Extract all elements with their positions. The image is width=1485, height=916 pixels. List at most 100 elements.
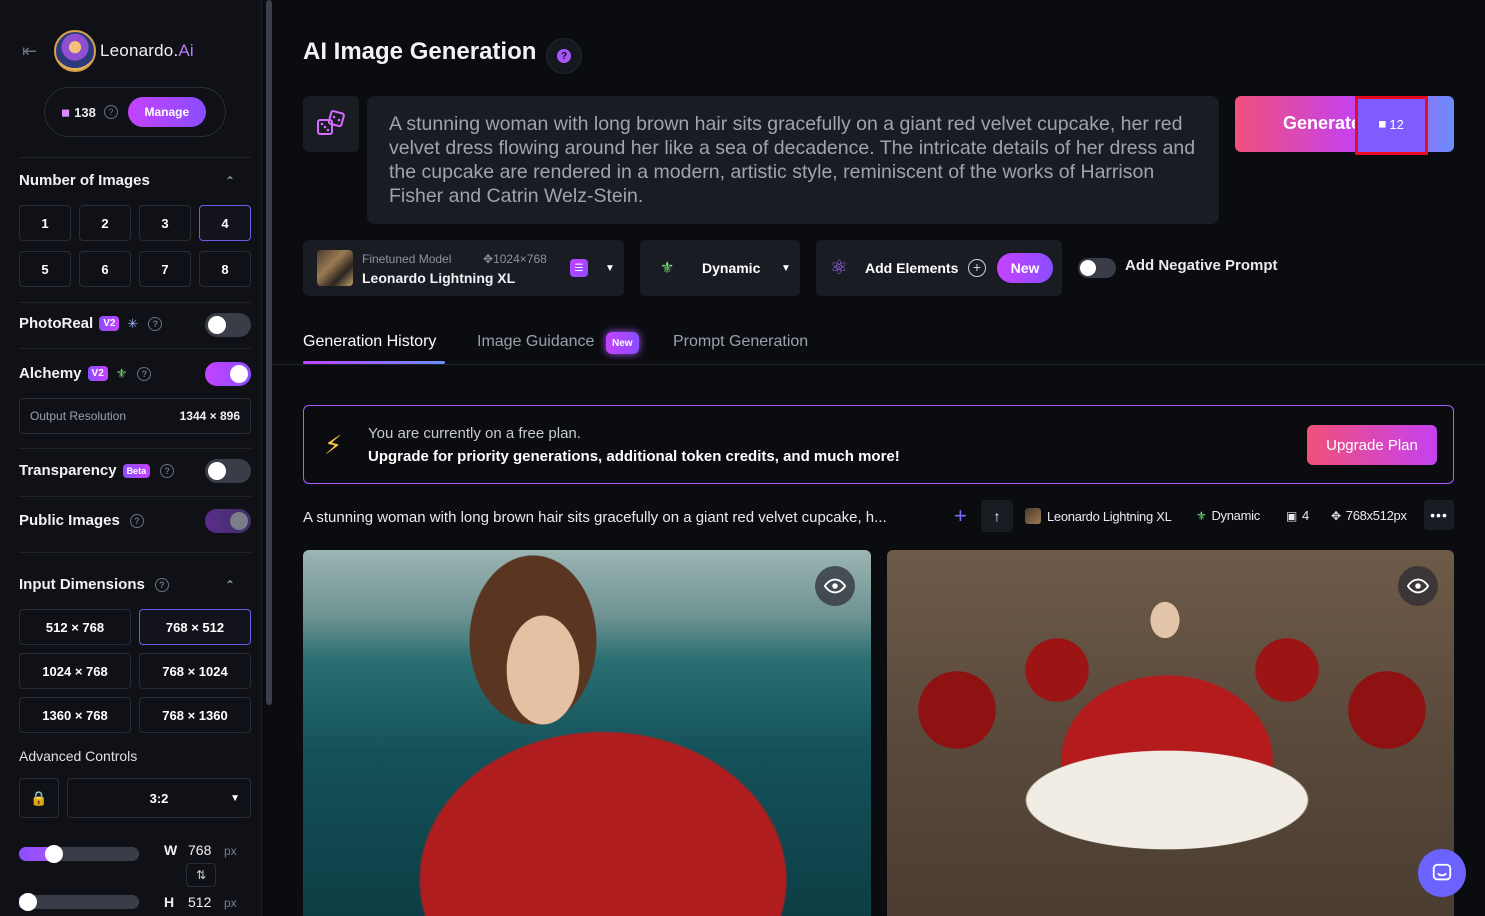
dimension-768x1024[interactable]: 768 × 1024	[139, 653, 251, 689]
model-details-icon[interactable]: ☰	[570, 259, 588, 277]
help-icon[interactable]: ?	[148, 316, 163, 331]
generated-image-1[interactable]	[303, 550, 871, 916]
num-images-8[interactable]: 8	[199, 251, 251, 287]
public-images-label: Public Images	[19, 512, 120, 529]
divider	[19, 157, 251, 158]
style-label: Dynamic	[702, 260, 761, 276]
divider	[19, 348, 251, 349]
dimension-1360x768[interactable]: 1360 × 768	[19, 697, 131, 733]
reuse-prompt-button[interactable]: ↑	[981, 500, 1013, 532]
height-slider[interactable]	[19, 893, 139, 911]
view-image-button[interactable]	[1398, 566, 1438, 606]
caret-down-icon: ▼	[781, 263, 791, 274]
help-icon[interactable]: ?	[160, 463, 175, 478]
negative-prompt-toggle[interactable]	[1078, 258, 1116, 278]
num-images-1[interactable]: 1	[19, 205, 71, 241]
free-plan-banner: ⚡ You are currently on a free plan. Upgr…	[303, 405, 1454, 484]
number-of-images-title[interactable]: Number of Images ⌃	[19, 172, 251, 189]
dimension-768x512[interactable]: 768 × 512	[139, 609, 251, 645]
generated-image-2[interactable]	[887, 550, 1454, 916]
images-icon: ▣	[1286, 508, 1298, 523]
alchemy-toggle[interactable]	[205, 362, 251, 386]
public-images-row: Public Images ?	[19, 512, 144, 529]
generation-style: ⚜ Dynamic	[1196, 508, 1260, 523]
model-thumbnail	[1025, 508, 1041, 524]
token-balance: ◼ 138 ? Manage	[44, 87, 226, 137]
add-prompt-icon[interactable]: +	[954, 503, 967, 529]
eye-icon	[824, 578, 846, 594]
divider	[19, 496, 251, 497]
photoreal-toggle[interactable]	[205, 313, 251, 337]
tab-generation-history[interactable]: Generation History	[303, 333, 436, 351]
more-options-button[interactable]: •••	[1424, 500, 1454, 530]
tab-prompt-generation[interactable]: Prompt Generation	[673, 333, 808, 351]
width-value[interactable]: 768	[188, 842, 224, 858]
swap-dimensions-button[interactable]: ⇅	[186, 863, 216, 887]
image-guidance-new-badge: New	[606, 332, 639, 354]
height-readout: H 512 px	[164, 894, 237, 910]
input-dimensions-title[interactable]: Input Dimensions ? ⌃	[19, 576, 251, 593]
tab-image-guidance[interactable]: Image Guidance	[477, 333, 594, 351]
dimension-1024x768[interactable]: 1024 × 768	[19, 653, 131, 689]
manage-button[interactable]: Manage	[127, 97, 206, 127]
page-title: AI Image Generation	[303, 38, 537, 65]
random-prompt-button[interactable]	[303, 96, 359, 152]
help-icon[interactable]: ?	[137, 366, 152, 381]
generation-model: Leonardo Lightning XL	[1025, 508, 1172, 524]
beta-badge: Beta	[122, 463, 151, 478]
leonardo-logo	[54, 30, 96, 72]
dimension-512x768[interactable]: 512 × 768	[19, 609, 131, 645]
view-image-button[interactable]	[815, 566, 855, 606]
collapse-sidebar-icon[interactable]: ⇤	[22, 40, 44, 62]
ellipsis-icon: •••	[1430, 507, 1448, 523]
help-icon[interactable]: ?	[129, 513, 144, 528]
swap-icon: ⇅	[195, 868, 207, 882]
num-images-4[interactable]: 4	[199, 205, 251, 241]
generation-prompt-preview[interactable]: A stunning woman with long brown hair si…	[303, 509, 887, 526]
transparency-label: Transparency	[19, 462, 117, 479]
model-name: Leonardo Lightning XL	[362, 270, 516, 286]
add-elements-button[interactable]: ⚛ Add Elements + New	[816, 240, 1062, 296]
add-elements-label: Add Elements	[865, 260, 959, 276]
transparency-toggle[interactable]	[205, 459, 251, 483]
highlight-box	[1355, 96, 1428, 155]
potion-icon: ⚜	[660, 260, 675, 277]
alchemy-version-badge: V2	[87, 366, 108, 381]
num-images-6[interactable]: 6	[79, 251, 131, 287]
plan-upsell-text: Upgrade for priority generations, additi…	[368, 448, 900, 465]
output-resolution: Output Resolution 1344 × 896	[19, 398, 251, 434]
camera-sparkle-icon: ✳	[127, 315, 139, 331]
public-images-toggle[interactable]	[205, 509, 251, 533]
model-selector[interactable]: Finetuned Model ✥1024×768 Leonardo Light…	[303, 240, 624, 296]
height-value[interactable]: 512	[188, 894, 224, 910]
width-slider-thumb[interactable]	[45, 845, 63, 863]
chevron-up-icon[interactable]: ⌃	[225, 578, 235, 592]
question-icon: ?	[557, 49, 571, 63]
num-images-7[interactable]: 7	[139, 251, 191, 287]
help-icon[interactable]: ?	[154, 577, 169, 592]
chat-icon	[1432, 863, 1452, 881]
chevron-up-icon[interactable]: ⌃	[225, 174, 235, 188]
aspect-ratio-select[interactable]: 3:2 ▼	[67, 778, 251, 818]
upgrade-plan-button[interactable]: Upgrade Plan	[1307, 425, 1437, 465]
sidebar-scrollbar[interactable]	[266, 0, 272, 705]
help-icon[interactable]: ?	[103, 105, 118, 119]
support-chat-button[interactable]	[1418, 849, 1466, 897]
negative-prompt-label[interactable]: Add Negative Prompt	[1125, 257, 1278, 274]
num-images-2[interactable]: 2	[79, 205, 131, 241]
advanced-controls-label: Advanced Controls	[19, 748, 138, 764]
style-selector[interactable]: ⚜ Dynamic ▼	[640, 240, 800, 296]
width-slider[interactable]	[19, 845, 139, 863]
prompt-input[interactable]: A stunning woman with long brown hair si…	[367, 96, 1219, 224]
num-images-5[interactable]: 5	[19, 251, 71, 287]
page-help-button[interactable]: ?	[546, 38, 582, 74]
brand-row: ⇤ Leonardo.Ai	[22, 30, 194, 72]
dimension-768x1360[interactable]: 768 × 1360	[139, 697, 251, 733]
num-images-3[interactable]: 3	[139, 205, 191, 241]
brand-name: Leonardo.Ai	[100, 41, 194, 60]
model-subtitle: Finetuned Model	[362, 252, 452, 266]
width-readout: W 768 px	[164, 842, 237, 858]
lock-aspect-button[interactable]: 🔒	[19, 778, 59, 818]
arrow-up-icon: ↑	[993, 508, 1001, 524]
height-slider-thumb[interactable]	[19, 893, 37, 911]
